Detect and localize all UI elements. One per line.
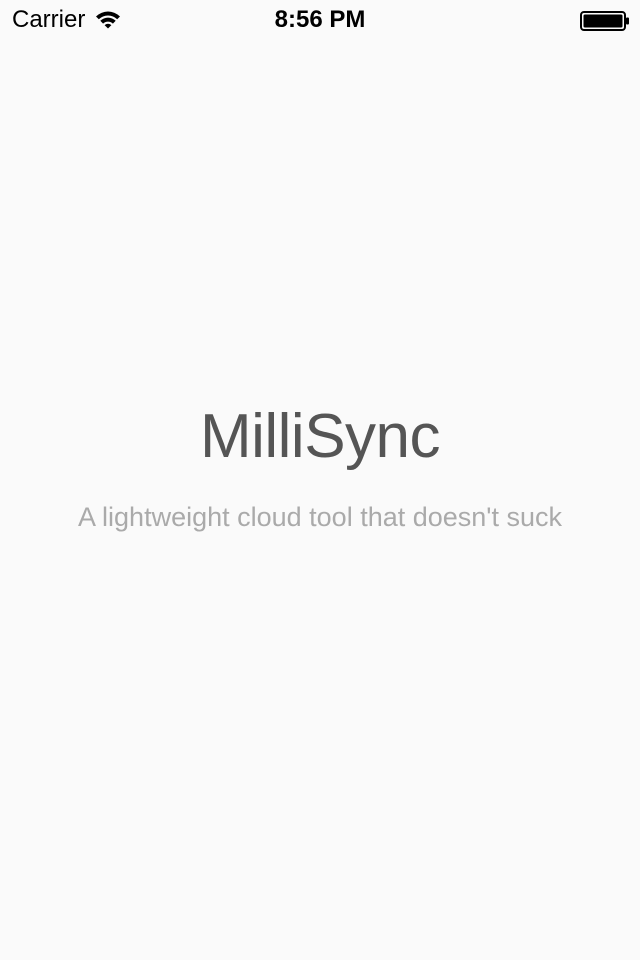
app-tagline: A lightweight cloud tool that doesn't su… [78,502,562,532]
splash-screen: MilliSync A lightweight cloud tool that … [0,0,640,960]
app-title: MilliSync [199,402,441,471]
